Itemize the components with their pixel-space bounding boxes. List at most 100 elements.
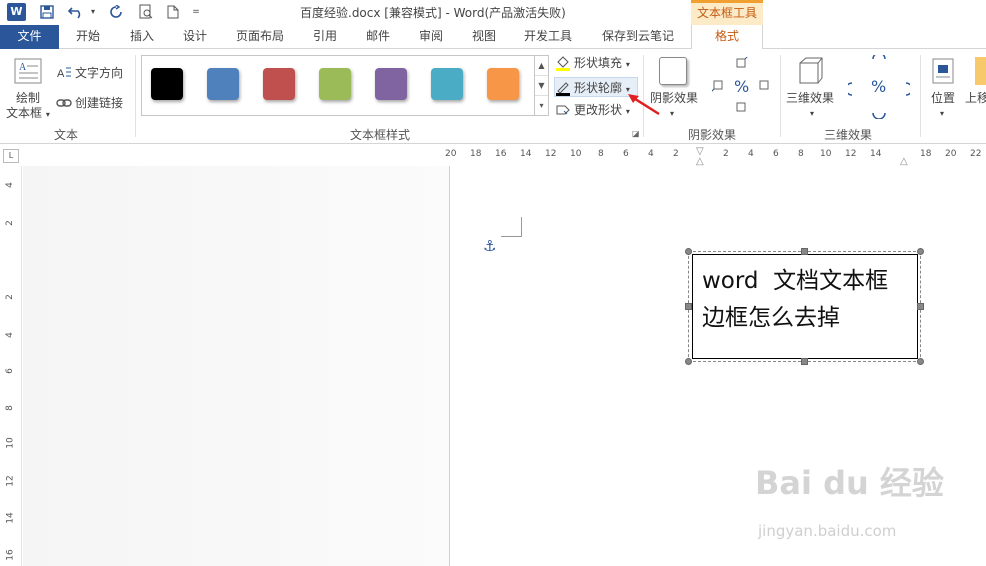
style-swatch-orange[interactable] [487,68,519,100]
ruler-tick: 4 [648,149,654,159]
pencil-outline-icon [555,80,571,96]
new-document-icon[interactable] [165,2,181,22]
svg-text:%: % [871,77,886,96]
shadow-nudge-controls[interactable]: % [709,54,772,117]
gallery-scroll-down-icon[interactable]: ▼ [535,76,548,96]
bring-forward-icon[interactable] [975,57,986,85]
threed-tilt-controls[interactable]: % [845,52,913,120]
document-canvas-background [23,166,449,566]
chevron-down-icon: ▾ [625,60,630,69]
tab-format[interactable]: 格式 [691,25,763,50]
ruler-tick: 2 [723,149,729,159]
chevron-down-icon: ▾ [45,110,50,119]
resize-handle-top[interactable] [801,248,808,255]
resize-handle-bottom-right[interactable] [917,358,924,365]
tab-insert[interactable]: 插入 [128,25,156,49]
resize-handle-right[interactable] [917,303,924,310]
position-icon[interactable] [931,57,955,85]
save-icon[interactable] [38,2,56,22]
group-divider [780,55,781,137]
anchor-icon[interactable]: ⚓ [483,237,496,255]
tab-file[interactable]: 文件 [0,25,59,49]
group-divider [920,55,921,137]
draw-textbox-button[interactable]: 文本框 ▾ [6,106,50,122]
style-group-label: 文本框样式 [350,128,411,142]
ruler-tick: 8 [4,405,15,411]
ribbon: A 绘制 文本框 ▾ A 文字方向 创建链接 文本 ▲ ▼ ▾ 形状填充 ▾ 形状… [0,49,986,144]
undo-dropdown-icon[interactable]: ▾ [88,2,98,22]
resize-handle-top-left[interactable] [685,248,692,255]
svg-text:A: A [19,62,27,73]
tab-home[interactable]: 开始 [74,25,102,49]
context-tab-header: 文本框工具 [691,0,763,25]
ruler-tick: 2 [673,149,679,159]
ruler-tick: 22 [970,149,982,159]
bring-forward-button[interactable]: 上移 [965,91,986,106]
change-shape-button[interactable]: 更改形状 ▾ [555,100,630,120]
create-link-button[interactable]: 创建链接 [56,93,123,113]
ruler-tick: 4 [4,182,15,188]
tab-review[interactable]: 审阅 [417,25,445,49]
horizontal-ruler[interactable]: 20 18 16 14 12 10 8 6 4 2 ▽ △ 2 4 6 8 10… [445,146,986,167]
draw-textbox-label: 绘制 [16,91,41,105]
ruler-tick: 8 [598,149,604,159]
ruler-tick: 12 [5,475,16,487]
chevron-down-icon: ▾ [670,109,675,118]
ruler-tick: 10 [5,437,16,449]
style-swatch-aqua[interactable] [431,68,463,100]
word-app-icon[interactable]: W [7,3,26,21]
tab-page-layout[interactable]: 页面布局 [234,25,286,49]
resize-handle-bottom-left[interactable] [685,358,692,365]
tab-selector[interactable]: L [3,149,19,163]
tab-developer[interactable]: 开发工具 [522,25,574,49]
resize-handle-bottom[interactable] [801,358,808,365]
gallery-expand-icon[interactable]: ▾ [535,96,548,116]
shape-outline-label: 形状轮廓 [574,81,623,95]
customize-toolbar-icon[interactable]: = [190,2,202,22]
svg-text:%: % [734,77,749,96]
gallery-scroll-up-icon[interactable]: ▲ [535,56,548,76]
svg-text:A: A [57,68,65,80]
dialog-launcher-icon[interactable]: ◪ [632,129,640,138]
text-direction-icon: A [56,65,72,81]
tab-mailings[interactable]: 邮件 [364,25,392,49]
textbox-style-gallery [141,55,535,116]
ribbon-tabs: 文件 开始 插入 设计 页面布局 引用 邮件 审阅 视图 开发工具 保存到云笔记… [0,25,986,50]
resize-handle-top-right[interactable] [917,248,924,255]
shadow-effects-icon[interactable] [659,57,687,85]
ruler-tick: 4 [748,149,754,159]
text-direction-button[interactable]: A 文字方向 [56,63,123,83]
style-swatch-red[interactable] [263,68,295,100]
paint-bucket-icon [555,55,571,71]
redo-icon[interactable] [107,2,125,22]
shadow-group-label: 阴影效果 [688,128,737,142]
draw-textbox-icon[interactable]: A [13,57,43,87]
position-button[interactable]: 位置 [931,91,955,106]
undo-icon[interactable] [66,2,88,22]
threed-effects-icon[interactable] [798,57,824,85]
threed-effects-button[interactable]: 三维效果 [786,91,834,106]
style-swatch-black[interactable] [151,68,183,100]
tab-save-to-cloud-notes[interactable]: 保存到云笔记 [600,25,676,49]
tab-references[interactable]: 引用 [311,25,339,49]
document-page[interactable] [449,166,986,566]
ruler-tick: 10 [820,149,832,159]
shape-fill-button[interactable]: 形状填充 ▾ [555,53,630,73]
window-title: 百度经验.docx [兼容模式] - Word(产品激活失败) [300,6,566,20]
style-swatch-green[interactable] [319,68,351,100]
ruler-tick: 16 [5,549,16,561]
tab-design[interactable]: 设计 [181,25,209,49]
style-swatch-blue[interactable] [207,68,239,100]
ruler-tick: 6 [773,149,779,159]
print-preview-icon[interactable] [137,2,155,22]
resize-handle-left[interactable] [685,303,692,310]
textbox[interactable]: word 文档文本框 边框怎么去掉 [692,254,918,359]
group-divider [135,55,136,137]
ruler-tick: 18 [470,149,482,159]
textbox-text-line: 边框怎么去掉 [702,305,840,331]
vertical-ruler[interactable]: 4 2 2 4 6 8 10 12 14 16 [0,166,22,566]
style-swatch-purple[interactable] [375,68,407,100]
ruler-tick: 14 [520,149,532,159]
chevron-down-icon: ▾ [810,109,815,118]
tab-view[interactable]: 视图 [470,25,498,49]
